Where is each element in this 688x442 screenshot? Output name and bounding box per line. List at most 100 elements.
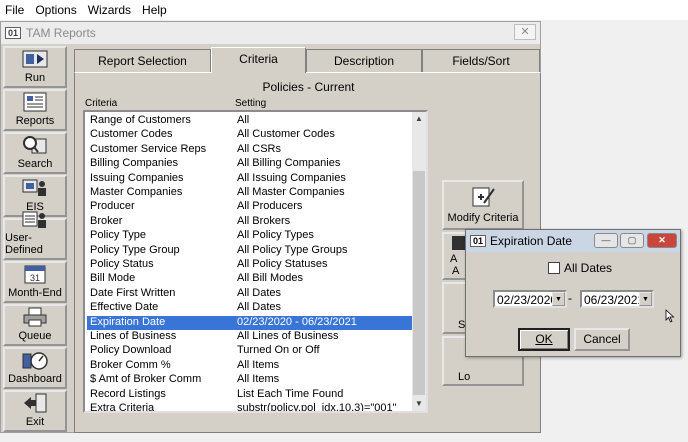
scroll-thumb[interactable] xyxy=(413,171,425,395)
criteria-row[interactable]: Policy Type All Policy Types xyxy=(87,229,415,243)
criteria-row[interactable]: Broker Comm % All Items xyxy=(87,359,415,373)
dialog-minimize-button[interactable]: — xyxy=(594,233,618,248)
criteria-cell: Date First Written xyxy=(90,286,176,299)
criteria-row[interactable]: Lines of Business All Lines of Business xyxy=(87,330,415,344)
reports-label: Reports xyxy=(15,115,55,127)
criteria-row[interactable]: Expiration Date 02/23/2020 - 06/23/2021 xyxy=(87,315,415,330)
criteria-row[interactable]: Master Companies All Master Companies xyxy=(87,186,415,200)
setting-cell: All Dates xyxy=(237,286,282,299)
printer-icon xyxy=(21,306,49,328)
criteria-row[interactable]: Policy Download Turned On or Off xyxy=(87,344,415,358)
ok-button[interactable]: OK xyxy=(518,328,570,351)
user-defined-label: User-Defined xyxy=(5,232,43,256)
menu-file[interactable]: File xyxy=(0,3,30,17)
dialog-title: Expiration Date xyxy=(490,234,573,248)
side-button-2-label: A xyxy=(450,253,458,265)
setting-cell: All xyxy=(237,114,250,126)
menu-help[interactable]: Help xyxy=(137,3,173,17)
criteria-row[interactable]: Effective Date All Dates xyxy=(87,301,415,315)
setting-cell: All Lines of Business xyxy=(237,330,339,342)
criteria-row[interactable]: Policy Status All Policy Statuses xyxy=(87,258,415,272)
svg-text:31: 31 xyxy=(30,273,40,283)
criteria-row[interactable]: $ Amt of Broker Comm All Items xyxy=(87,373,415,387)
menu-bar: File Options Wizards Help xyxy=(0,0,688,20)
criteria-row[interactable]: Broker All Brokers xyxy=(87,215,415,229)
criteria-cell: Policy Download xyxy=(90,344,172,357)
queue-label: Queue xyxy=(18,330,52,342)
criteria-row[interactable]: Producer All Producers xyxy=(87,200,415,214)
calendar-icon: 31 xyxy=(21,263,49,285)
criteria-cell: Bill Mode xyxy=(90,272,136,285)
cancel-button[interactable]: Cancel xyxy=(574,328,630,351)
to-date-value: 06/23/2021 xyxy=(584,293,645,307)
setting-cell: All Items xyxy=(237,373,280,386)
setting-cell: All Issuing Companies xyxy=(237,171,346,184)
modify-criteria-button[interactable]: Modify Criteria xyxy=(442,180,524,230)
search-icon xyxy=(21,134,49,156)
setting-cell: All Policy Statuses xyxy=(237,258,328,270)
criteria-row[interactable]: Billing Companies All Billing Companies xyxy=(87,157,415,171)
menu-options[interactable]: Options xyxy=(30,3,82,17)
setting-cell: All Master Companies xyxy=(237,186,345,198)
criteria-cell: Customer Codes xyxy=(90,128,173,141)
queue-button[interactable]: Queue xyxy=(3,304,67,346)
dialog-close-button[interactable]: ✕ xyxy=(647,233,677,248)
app-icon: 01 xyxy=(5,27,22,39)
window-close-button[interactable]: ✕ xyxy=(514,24,536,40)
setting-cell: All Customer Codes xyxy=(237,128,335,141)
dialog-maximize-button[interactable]: ▢ xyxy=(620,233,644,248)
from-date-value: 02/23/2020 xyxy=(497,293,558,307)
criteria-row[interactable]: Bill Mode All Bill Modes xyxy=(87,272,415,286)
chevron-down-icon[interactable]: ▼ xyxy=(552,292,565,306)
criteria-cell: Issuing Companies xyxy=(90,171,184,184)
criteria-cell: Policy Status xyxy=(90,258,154,270)
from-date-dropdown[interactable]: 02/23/2020 ▼ xyxy=(493,290,567,308)
exit-button[interactable]: Exit xyxy=(3,390,67,432)
side-button-2-label-2: A xyxy=(452,265,460,277)
criteria-cell: Policy Type Group xyxy=(90,243,180,256)
dashboard-button[interactable]: Dashboard xyxy=(3,347,67,389)
tab-fields-sort[interactable]: Fields/Sort xyxy=(422,49,540,72)
to-date-dropdown[interactable]: 06/23/2021 ▼ xyxy=(580,290,654,308)
modify-criteria-icon xyxy=(444,185,522,212)
criteria-row[interactable]: Customer Service Reps All CSRs xyxy=(87,143,415,157)
criteria-row[interactable]: Record Listings List Each Time Found xyxy=(87,388,415,402)
modify-criteria-label: Modify Criteria xyxy=(447,212,519,224)
month-end-label: Month-End xyxy=(8,287,62,299)
month-end-button[interactable]: 31 Month-End xyxy=(3,261,67,303)
all-dates-checkbox-box[interactable] xyxy=(548,262,560,274)
criteria-row[interactable]: Range of Customers All xyxy=(87,114,415,128)
criteria-row[interactable]: Extra Criteria substr(policy.pol_idx,10,3… xyxy=(87,402,415,411)
list-scrollbar[interactable]: ▲ ▼ xyxy=(412,112,426,411)
criteria-row[interactable]: Issuing Companies All Issuing Companies xyxy=(87,172,415,186)
all-dates-checkbox[interactable]: All Dates xyxy=(548,261,612,275)
setting-cell: All Policy Type Groups xyxy=(237,243,348,256)
criteria-cell: Effective Date xyxy=(90,301,159,314)
run-label: Run xyxy=(24,72,46,84)
setting-cell: 02/23/2020 - 06/23/2021 xyxy=(237,315,357,328)
tab-report-selection[interactable]: Report Selection xyxy=(74,49,211,72)
user-defined-button[interactable]: User-Defined xyxy=(3,211,67,260)
menu-wizards[interactable]: Wizards xyxy=(83,3,137,17)
scroll-down-arrow-icon[interactable]: ▼ xyxy=(412,397,426,411)
run-button[interactable]: Run xyxy=(3,46,67,88)
tab-description[interactable]: Description xyxy=(306,49,422,72)
window-titlebar[interactable]: 01 TAM Reports xyxy=(1,22,540,44)
search-button[interactable]: Search xyxy=(3,132,67,174)
tab-criteria[interactable]: Criteria xyxy=(211,47,306,73)
criteria-cell: $ Amt of Broker Comm xyxy=(90,373,202,386)
dashboard-icon xyxy=(21,349,49,371)
criteria-column-header: Criteria xyxy=(85,98,118,109)
dialog-app-icon: 01 xyxy=(470,235,487,247)
criteria-cell: Expiration Date xyxy=(90,315,166,328)
scroll-up-arrow-icon[interactable]: ▲ xyxy=(412,112,426,126)
criteria-list[interactable]: Range of Customers All Customer Codes All C… xyxy=(83,110,428,413)
chevron-down-icon[interactable]: ▼ xyxy=(639,292,652,306)
tam-reports-window: 01 TAM Reports ✕ Run Reports Search EIS … xyxy=(0,21,541,433)
exit-label: Exit xyxy=(25,416,45,428)
criteria-row[interactable]: Date First Written All Dates xyxy=(87,287,415,301)
criteria-row[interactable]: Customer Codes All Customer Codes xyxy=(87,128,415,142)
reports-button[interactable]: Reports xyxy=(3,89,67,131)
setting-cell: All Producers xyxy=(237,200,303,213)
criteria-row[interactable]: Policy Type Group All Policy Type Groups xyxy=(87,244,415,258)
